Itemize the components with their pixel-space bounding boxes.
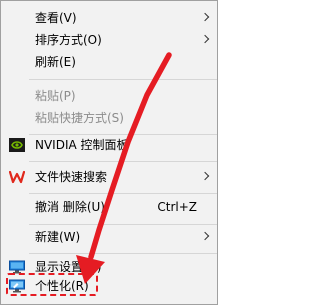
menu-item-file-quick-search-label: 文件快速搜索: [35, 170, 108, 184]
chevron-right-icon: [200, 12, 210, 22]
menu-item-view[interactable]: 查看(V): [1, 7, 217, 29]
menu-separator: [29, 79, 217, 80]
highlight-dashed-box: [6, 273, 98, 296]
menu-item-paste-label: 粘贴(P): [35, 89, 76, 103]
menu-item-refresh[interactable]: 刷新(E): [1, 51, 217, 73]
menu-item-new-label: 新建(W): [35, 230, 81, 244]
menu-item-sort-by[interactable]: 排序方式(O): [1, 29, 217, 51]
monitor-icon: [9, 260, 25, 274]
menu-item-nvidia-control-panel[interactable]: NVIDIA 控制面板: [1, 134, 217, 156]
menu-separator: [29, 253, 217, 254]
menu-separator: [29, 161, 217, 162]
desktop-context-menu: 查看(V) 排序方式(O) 刷新(E) 粘贴(P) 粘贴快捷方式(S) NVID…: [0, 0, 218, 305]
menu-item-undo-delete[interactable]: 撤消 删除(U) Ctrl+Z: [1, 196, 217, 218]
menu-separator: [29, 193, 217, 194]
menu-item-new[interactable]: 新建(W): [1, 226, 217, 248]
menu-item-undo-delete-label: 撤消 删除(U): [35, 200, 105, 214]
menu-item-undo-delete-shortcut: Ctrl+Z: [157, 200, 197, 214]
menu-item-refresh-label: 刷新(E): [35, 55, 76, 69]
menu-item-nvidia-label: NVIDIA 控制面板: [35, 138, 129, 152]
menu-item-paste-shortcut[interactable]: 粘贴快捷方式(S): [1, 107, 217, 129]
menu-item-file-quick-search[interactable]: 文件快速搜索: [1, 166, 217, 188]
menu-item-paste[interactable]: 粘贴(P): [1, 85, 217, 107]
chevron-right-icon: [200, 34, 210, 44]
menu-separator: [29, 224, 217, 225]
menu-item-view-label: 查看(V): [35, 11, 77, 25]
chevron-right-icon: [200, 231, 210, 241]
wps-logo-icon: [9, 170, 25, 184]
nvidia-logo-icon: [9, 138, 25, 152]
chevron-right-icon: [200, 171, 210, 181]
menu-item-paste-shortcut-label: 粘贴快捷方式(S): [35, 111, 124, 125]
menu-item-sort-by-label: 排序方式(O): [35, 33, 102, 47]
